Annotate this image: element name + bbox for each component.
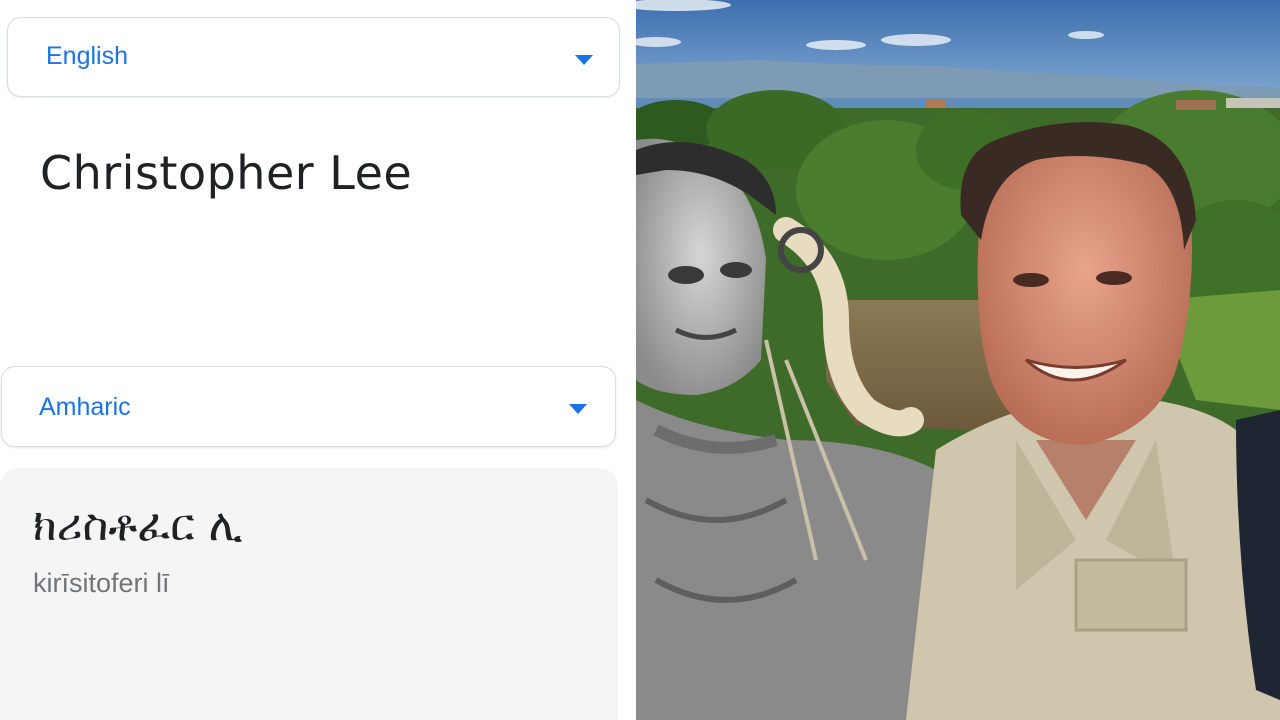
source-language-select[interactable]: English xyxy=(7,17,620,97)
translator-panel: English Christopher Lee Amharic ክሪስቶፈር ሊ… xyxy=(0,0,636,720)
source-text[interactable]: Christopher Lee xyxy=(40,146,412,200)
photo-illustration xyxy=(636,0,1280,720)
translation-text: ክሪስቶፈር ሊ xyxy=(33,500,243,551)
transliteration-text: kirīsitoferi lī xyxy=(33,568,170,598)
caret-down-icon[interactable] xyxy=(569,404,587,414)
caret-down-icon[interactable] xyxy=(575,55,593,65)
target-language-label: Amharic xyxy=(39,393,131,421)
photo-collage xyxy=(636,0,1280,720)
source-language-label: English xyxy=(46,42,128,70)
target-language-select[interactable]: Amharic xyxy=(1,366,616,447)
